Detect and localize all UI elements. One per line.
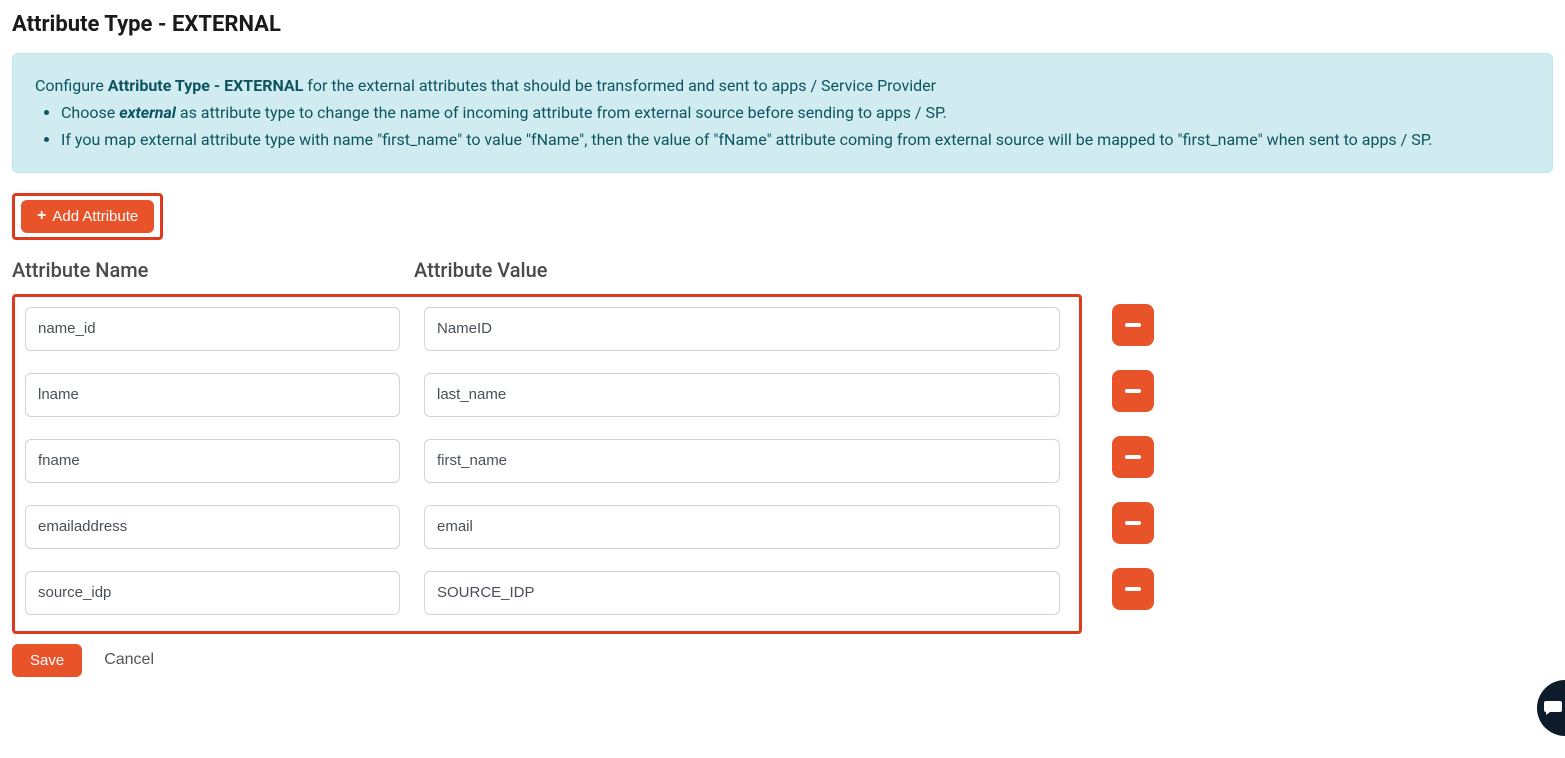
- info-intro-prefix: Configure: [35, 76, 108, 95]
- info-intro-strong: Attribute Type - EXTERNAL: [108, 76, 304, 95]
- attribute-name-input[interactable]: [25, 571, 400, 615]
- attribute-name-input[interactable]: [25, 505, 400, 549]
- info-intro-suffix: for the external attributes that should …: [303, 76, 936, 95]
- chat-icon: [1544, 701, 1562, 715]
- attribute-value-input[interactable]: [424, 439, 1060, 483]
- attribute-row: [25, 571, 1069, 615]
- chat-widget[interactable]: [1537, 680, 1565, 736]
- remove-attribute-button[interactable]: [1112, 304, 1154, 346]
- attribute-row: [25, 505, 1069, 549]
- attribute-table: [12, 294, 1082, 644]
- remove-column: [1088, 304, 1154, 634]
- attribute-row: [25, 373, 1069, 417]
- info-intro: Configure Attribute Type - EXTERNAL for …: [35, 72, 1530, 99]
- remove-attribute-button[interactable]: [1112, 370, 1154, 412]
- minus-icon: [1125, 455, 1141, 459]
- info-box: Configure Attribute Type - EXTERNAL for …: [12, 53, 1553, 173]
- page-title: Attribute Type - EXTERNAL: [12, 12, 1553, 37]
- attribute-row: [25, 439, 1069, 483]
- minus-icon: [1125, 323, 1141, 327]
- attribute-name-header: Attribute Name: [12, 258, 400, 282]
- attribute-name-input[interactable]: [25, 307, 400, 351]
- info-bullet-1: Choose external as attribute type to cha…: [61, 99, 1530, 126]
- columns-header: Attribute Name Attribute Value: [12, 258, 1553, 282]
- minus-icon: [1125, 587, 1141, 591]
- info-bullet-2: If you map external attribute type with …: [61, 126, 1530, 153]
- attribute-value-input[interactable]: [424, 505, 1060, 549]
- minus-icon: [1125, 521, 1141, 525]
- info-list: Choose external as attribute type to cha…: [35, 99, 1530, 153]
- rows-highlight: [12, 294, 1082, 634]
- plus-icon: +: [37, 208, 46, 224]
- add-attribute-button[interactable]: + Add Attribute: [21, 200, 154, 233]
- form-actions: Save Cancel: [12, 644, 1553, 677]
- attribute-row: [25, 307, 1069, 351]
- info-bullet-1-em: external: [119, 103, 176, 122]
- attribute-name-input[interactable]: [25, 373, 400, 417]
- info-bullet-1-prefix: Choose: [61, 103, 119, 122]
- remove-attribute-button[interactable]: [1112, 502, 1154, 544]
- save-button[interactable]: Save: [12, 644, 82, 677]
- attribute-value-input[interactable]: [424, 307, 1060, 351]
- remove-attribute-button[interactable]: [1112, 568, 1154, 610]
- cancel-button[interactable]: Cancel: [104, 651, 154, 669]
- add-attribute-label: Add Attribute: [52, 208, 138, 225]
- attribute-value-header: Attribute Value: [414, 258, 547, 282]
- remove-attribute-button[interactable]: [1112, 436, 1154, 478]
- attribute-value-input[interactable]: [424, 571, 1060, 615]
- minus-icon: [1125, 389, 1141, 393]
- add-attribute-highlight: + Add Attribute: [12, 193, 163, 240]
- info-bullet-1-suffix: as attribute type to change the name of …: [176, 103, 947, 122]
- attribute-name-input[interactable]: [25, 439, 400, 483]
- attribute-value-input[interactable]: [424, 373, 1060, 417]
